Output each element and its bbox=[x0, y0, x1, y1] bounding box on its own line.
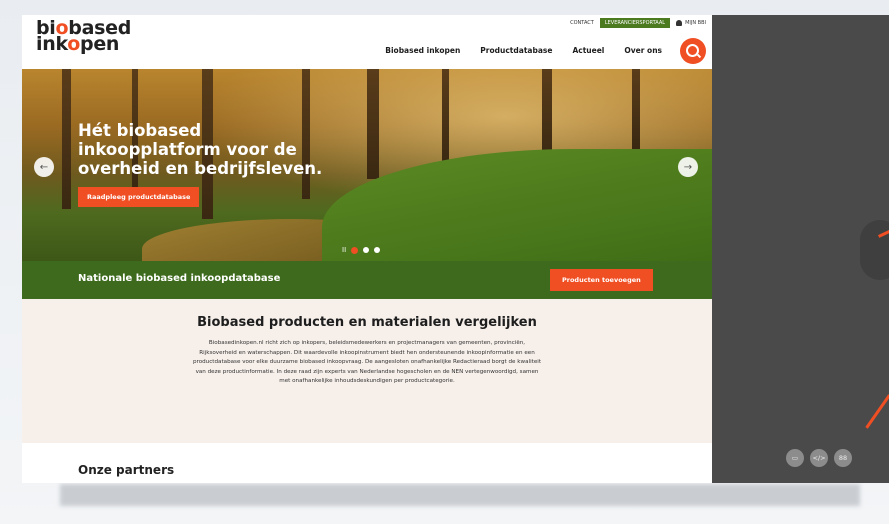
contact-link[interactable]: CONTACT bbox=[570, 20, 594, 26]
arrow-right-icon: → bbox=[683, 161, 693, 173]
add-products-button[interactable]: Producten toevoegen bbox=[550, 269, 653, 291]
website-viewport: biobased inkopen CONTACT LEVERANCIERSPOR… bbox=[22, 15, 712, 483]
search-button[interactable] bbox=[680, 38, 706, 64]
utility-bar: CONTACT LEVERANCIERSPORTAAL MIJN BBI bbox=[570, 18, 706, 28]
frame-shadow bbox=[60, 484, 860, 506]
hero-tree bbox=[62, 69, 71, 209]
hero-green-slope bbox=[322, 149, 712, 261]
grid-icon: 88 bbox=[838, 454, 848, 462]
nav-productdatabase[interactable]: Productdatabase bbox=[480, 46, 552, 55]
panel-handle[interactable] bbox=[860, 220, 889, 280]
band-title: Nationale biobased inkoopdatabase bbox=[78, 273, 281, 284]
database-band: Nationale biobased inkoopdatabase Produc… bbox=[22, 261, 712, 299]
comment-button[interactable]: ▭ bbox=[786, 449, 804, 467]
nav-actueel[interactable]: Actueel bbox=[572, 46, 604, 55]
slider-prev-button[interactable]: ← bbox=[34, 157, 54, 177]
main-nav: Biobased inkopen Productdatabase Actueel… bbox=[385, 46, 662, 55]
intro-section: Biobased producten en materialen vergeli… bbox=[22, 299, 712, 443]
hero-tree bbox=[442, 69, 449, 164]
comment-icon: ▭ bbox=[791, 454, 799, 462]
hero-slider: Hét biobased inkoopplatform voor de over… bbox=[22, 69, 712, 261]
nav-biobased-inkopen[interactable]: Biobased inkopen bbox=[385, 46, 460, 55]
intro-heading: Biobased producten en materialen vergeli… bbox=[197, 315, 537, 330]
account-link[interactable]: MIJN BBI bbox=[676, 20, 706, 26]
slider-dot[interactable] bbox=[374, 247, 381, 253]
hero-tree bbox=[632, 69, 640, 149]
site-header: biobased inkopen CONTACT LEVERANCIERSPOR… bbox=[22, 15, 712, 69]
pause-icon[interactable]: II bbox=[342, 246, 346, 254]
slider-pagination: II bbox=[342, 246, 381, 254]
hero-tree bbox=[542, 69, 552, 159]
hero-tree bbox=[367, 69, 379, 179]
hero-title: Hét biobased inkoopplatform voor de over… bbox=[78, 121, 323, 178]
arrow-left-icon: ← bbox=[39, 161, 49, 173]
account-label: MIJN BBI bbox=[685, 20, 706, 26]
hero-cta-button[interactable]: Raadpleeg productdatabase bbox=[78, 187, 200, 207]
partners-heading: Onze partners bbox=[78, 463, 175, 477]
code-icon: </> bbox=[812, 454, 826, 462]
user-icon bbox=[676, 20, 683, 26]
slider-dot[interactable] bbox=[363, 247, 370, 253]
search-icon bbox=[685, 43, 699, 57]
supplier-portal-button[interactable]: LEVERANCIERSPORTAAL bbox=[599, 18, 671, 28]
grid-button[interactable]: 88 bbox=[834, 449, 852, 467]
tool-buttons: ▭ </> 88 bbox=[786, 449, 852, 467]
logo[interactable]: biobased inkopen bbox=[36, 19, 131, 54]
slider-dot[interactable] bbox=[351, 246, 359, 254]
intro-body: Biobasedinkopen.nl richt zich op inkoper… bbox=[192, 340, 542, 384]
slider-next-button[interactable]: → bbox=[678, 157, 698, 177]
code-button[interactable]: </> bbox=[810, 449, 828, 467]
nav-over-ons[interactable]: Over ons bbox=[624, 46, 662, 55]
